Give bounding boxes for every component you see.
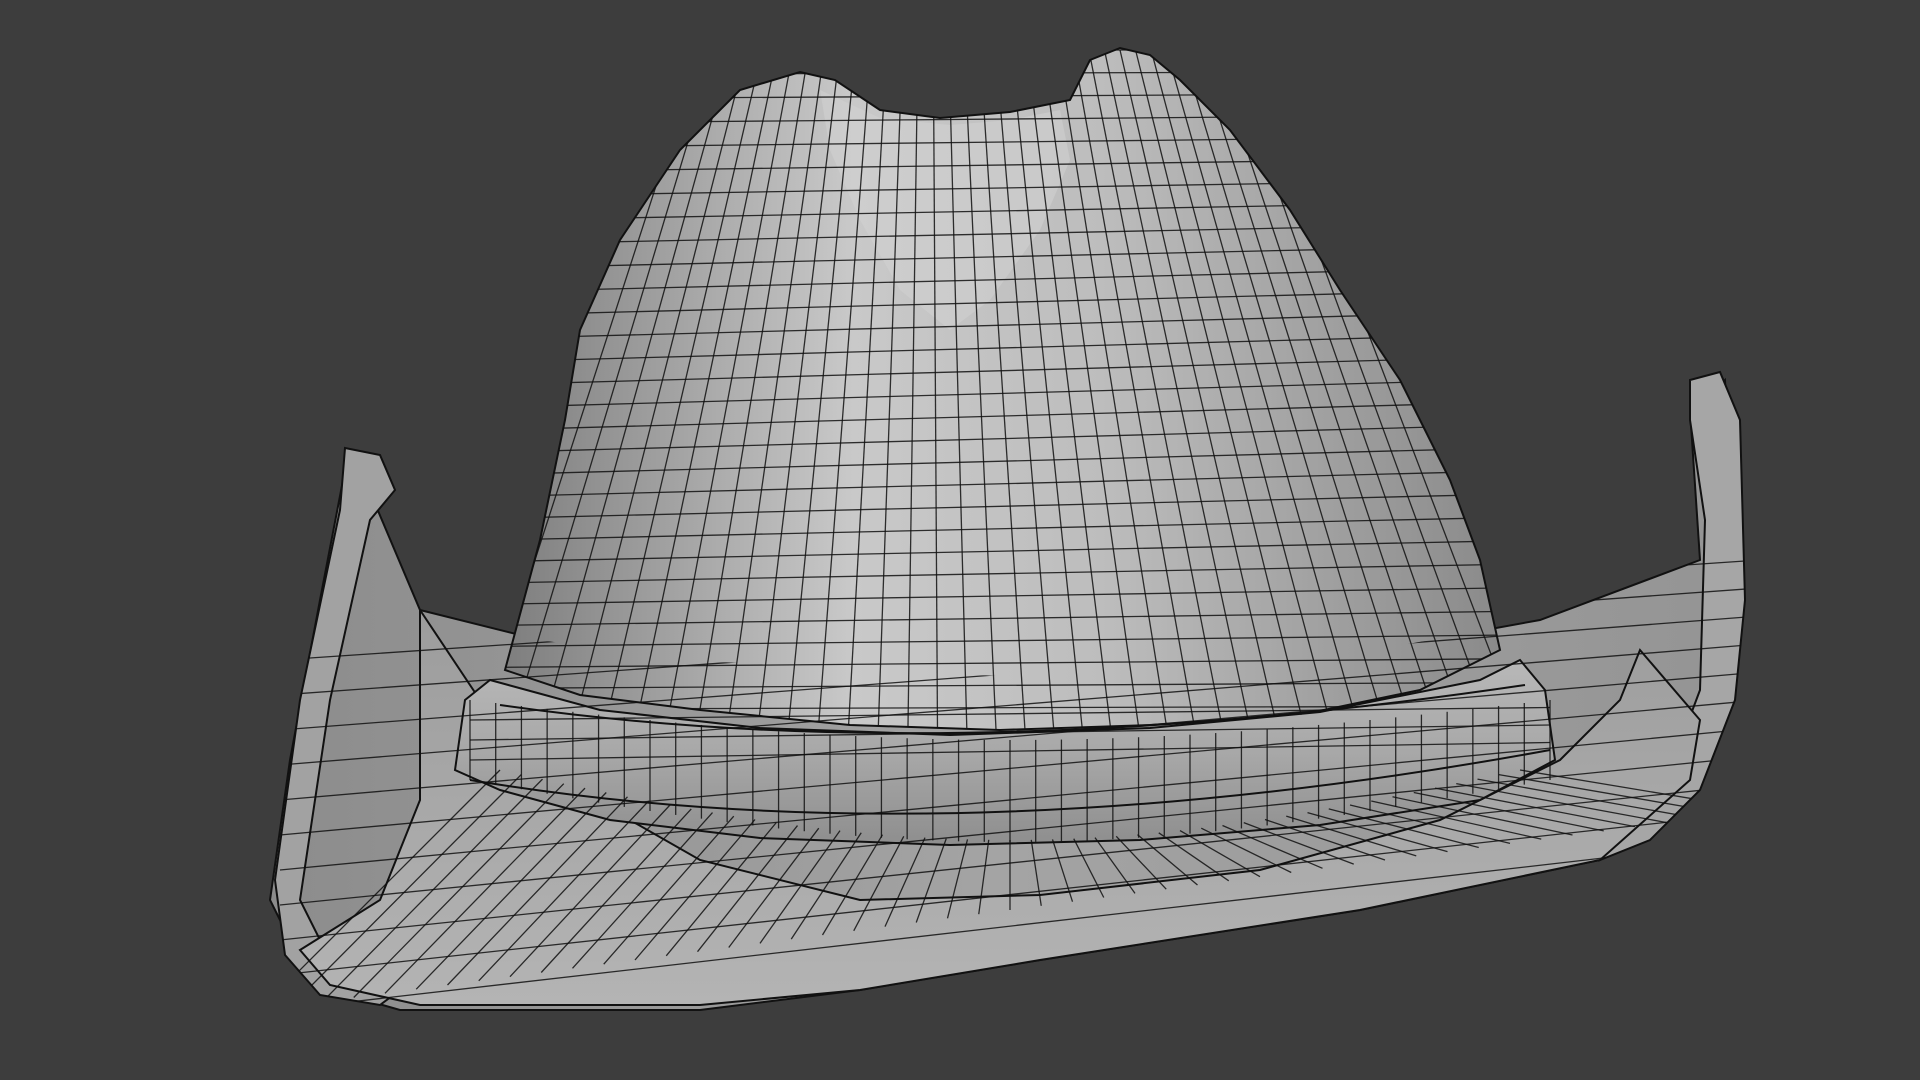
mesh-edge	[505, 92, 1500, 101]
viewport-scene[interactable]	[0, 0, 1920, 1080]
3d-viewport[interactable]	[0, 0, 1920, 1080]
mesh-edge	[505, 70, 1500, 76]
